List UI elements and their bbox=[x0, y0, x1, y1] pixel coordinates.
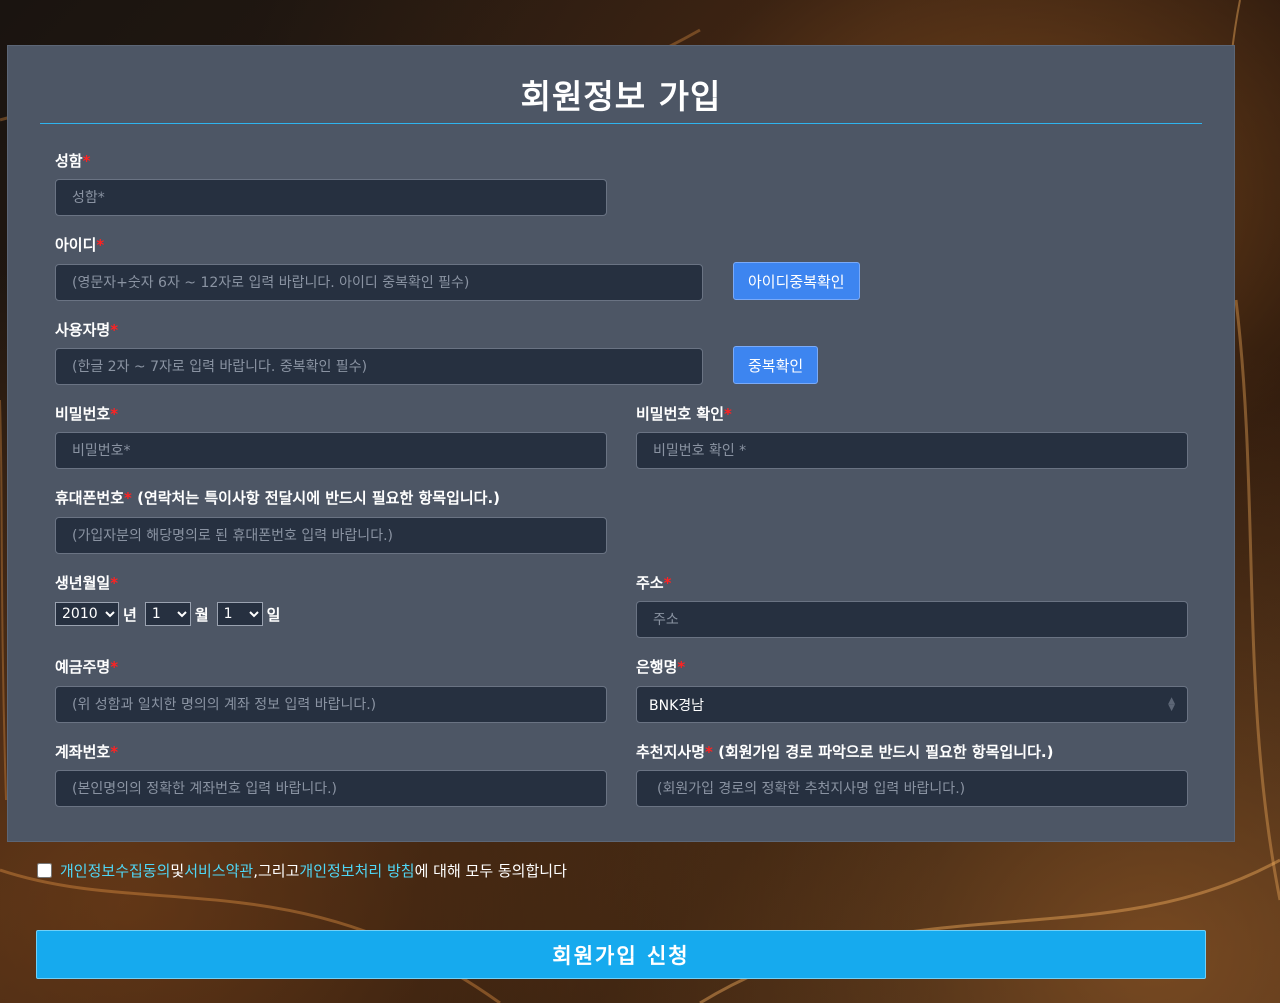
nickname-input[interactable] bbox=[55, 348, 703, 385]
password-confirm-input[interactable] bbox=[636, 432, 1188, 469]
depositor-label: 예금주명* bbox=[55, 658, 119, 676]
nickname-label: 사용자명* bbox=[55, 321, 119, 339]
required-mark: * bbox=[96, 236, 105, 254]
agreement-text: ,그리고 bbox=[253, 862, 300, 880]
nickname-duplicate-check-button[interactable]: 중복확인 bbox=[733, 346, 819, 384]
required-mark: * bbox=[124, 489, 132, 507]
title-divider bbox=[40, 123, 1202, 124]
agreement-text: 및 bbox=[170, 862, 185, 880]
terms-link[interactable]: 서비스약관 bbox=[184, 860, 253, 881]
signup-submit-button[interactable]: 회원가입 신청 bbox=[36, 930, 1206, 979]
signup-form-panel: 회원정보 가입 성함* 아이디* 아이디중복확인 사용자명* 중복확인 비밀번호… bbox=[7, 45, 1235, 842]
phone-label: 휴대폰번호* (연락처는 특이사항 전달시에 반드시 필요한 항목입니다.) bbox=[55, 489, 501, 507]
address-input[interactable] bbox=[636, 601, 1188, 638]
birth-year-select[interactable]: 2010 bbox=[55, 602, 119, 626]
phone-note: (연락처는 특이사항 전달시에 반드시 필요한 항목입니다.) bbox=[131, 489, 501, 507]
referrer-label: 추천지사명* (회원가입 경로 파악으로 반드시 필요한 항목입니다.) bbox=[636, 743, 1054, 761]
month-unit: 월 bbox=[194, 605, 209, 624]
birthdate-selects: 2010 년 1 월 1 일 bbox=[55, 602, 280, 626]
required-mark: * bbox=[110, 321, 119, 339]
referrer-input[interactable] bbox=[636, 770, 1188, 807]
agreement-row: 개인정보수집동의 및 서비스약관 ,그리고 개인정보처리 방침 에 대해 모두 … bbox=[37, 860, 567, 881]
id-duplicate-check-button[interactable]: 아이디중복확인 bbox=[733, 262, 860, 300]
password-input[interactable] bbox=[55, 432, 607, 469]
select-arrows-icon: ▲ ▼ bbox=[1168, 695, 1175, 713]
account-label: 계좌번호* bbox=[55, 743, 119, 761]
password-confirm-label: 비밀번호 확인* bbox=[636, 405, 732, 423]
birthdate-label: 생년월일* bbox=[55, 574, 119, 592]
required-mark: * bbox=[110, 743, 119, 761]
birth-day-select[interactable]: 1 bbox=[216, 602, 263, 626]
required-mark: * bbox=[110, 574, 119, 592]
required-mark: * bbox=[677, 658, 686, 676]
privacy-policy-link[interactable]: 개인정보처리 방침 bbox=[299, 860, 414, 881]
day-unit: 일 bbox=[266, 605, 281, 624]
referrer-note: (회원가입 경로 파악으로 반드시 필요한 항목입니다.) bbox=[712, 743, 1054, 761]
name-input[interactable] bbox=[55, 179, 607, 216]
required-mark: * bbox=[724, 405, 732, 423]
name-label: 성함* bbox=[55, 152, 91, 170]
required-mark: * bbox=[82, 152, 91, 170]
bank-label: 은행명* bbox=[636, 658, 686, 676]
account-number-input[interactable] bbox=[55, 770, 607, 807]
year-unit: 년 bbox=[123, 605, 137, 624]
privacy-collect-link[interactable]: 개인정보수집동의 bbox=[60, 860, 170, 881]
required-mark: * bbox=[110, 405, 119, 423]
required-mark: * bbox=[110, 658, 119, 676]
agree-checkbox[interactable] bbox=[37, 863, 52, 878]
address-label: 주소* bbox=[636, 574, 672, 592]
phone-input[interactable] bbox=[55, 517, 607, 554]
required-mark: * bbox=[663, 574, 672, 592]
required-mark: * bbox=[705, 743, 713, 761]
agreement-text: 에 대해 모두 동의합니다 bbox=[414, 862, 567, 880]
birth-month-select[interactable]: 1 bbox=[144, 602, 191, 626]
form-title: 회원정보 가입 bbox=[520, 77, 722, 116]
user-id-input[interactable] bbox=[55, 264, 703, 301]
bank-selected-value: BNK경남 bbox=[649, 697, 705, 714]
bank-select[interactable]: BNK경남 ▲ ▼ bbox=[636, 686, 1188, 723]
depositor-input[interactable] bbox=[55, 686, 607, 723]
user-id-label: 아이디* bbox=[55, 236, 105, 254]
password-label: 비밀번호* bbox=[55, 405, 119, 423]
